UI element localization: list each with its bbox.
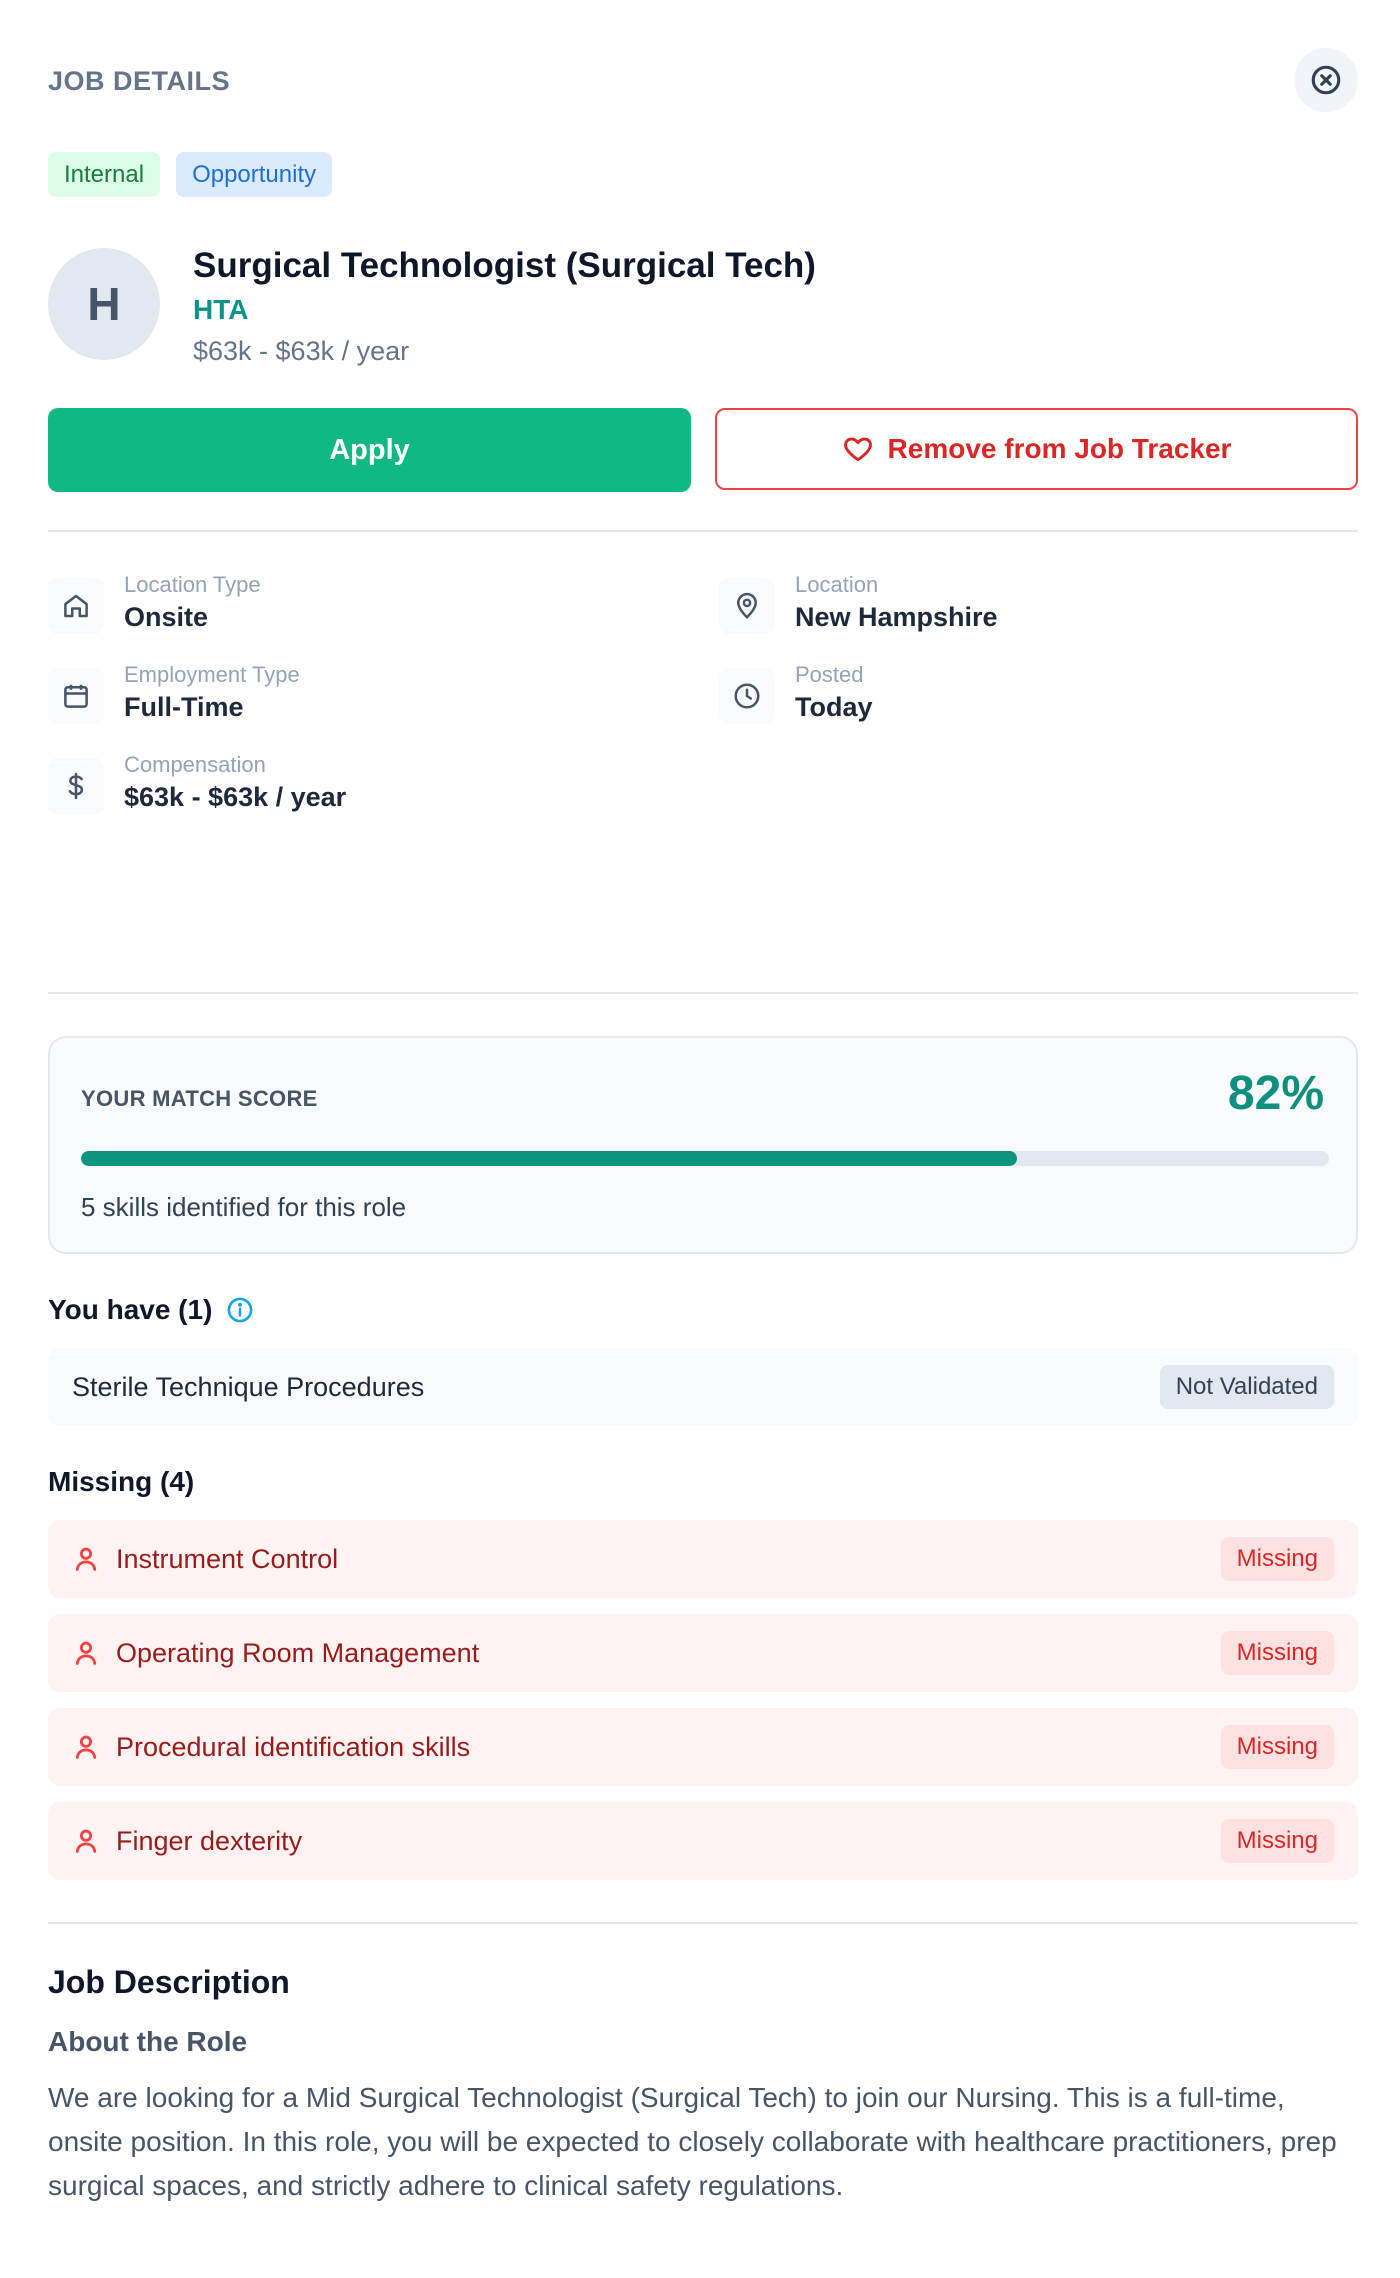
panel-header: JOB DETAILS: [48, 48, 1358, 114]
match-score-label: YOUR MATCH SCORE: [81, 1086, 318, 1111]
apply-button[interactable]: Apply: [48, 408, 691, 492]
status-badge: Missing: [1220, 1819, 1334, 1863]
skill-name: Instrument Control: [116, 1544, 339, 1574]
user-icon: [75, 1829, 97, 1853]
divider: [48, 530, 1358, 532]
detail-value: Onsite: [124, 602, 209, 632]
job-summary: H Surgical Technologist (Surgical Tech) …: [48, 246, 1358, 376]
skill-name: Finger dexterity: [116, 1826, 303, 1856]
detail-value: Full-Time: [124, 692, 244, 722]
detail-location: Location New Hampshire: [719, 570, 1319, 640]
detail-label: Location Type: [124, 572, 261, 597]
status-badge: Missing: [1220, 1537, 1334, 1581]
detail-label: Location: [795, 572, 879, 597]
skill-missing-row: Finger dexterity Missing: [48, 1802, 1358, 1880]
job-description-title: Job Description: [48, 1964, 290, 2000]
about-role-heading: About the Role: [48, 2026, 248, 2057]
match-progress-fill: [81, 1151, 1017, 1166]
tag-opportunity: Opportunity: [176, 152, 333, 197]
status-badge: Not Validated: [1159, 1365, 1334, 1409]
tag-internal: Internal: [48, 152, 161, 197]
skill-missing-row: Procedural identification skills Missing: [48, 1708, 1358, 1786]
clock-icon: [719, 668, 775, 724]
user-icon: [75, 1735, 97, 1759]
skill-have-row: Sterile Technique Procedures Not Validat…: [48, 1348, 1358, 1426]
close-circle-icon: [1311, 65, 1341, 95]
match-score-card: YOUR MATCH SCORE 82% 5 skills identified…: [48, 1036, 1358, 1254]
map-pin-icon: [719, 578, 775, 634]
skill-name: Procedural identification skills: [116, 1732, 471, 1762]
company-avatar: H: [48, 248, 160, 360]
detail-value: Today: [795, 692, 873, 722]
calendar-icon: [48, 668, 104, 724]
skill-name: Operating Room Management: [116, 1638, 480, 1668]
job-title: Surgical Technologist (Surgical Tech): [193, 246, 816, 285]
dollar-icon: [48, 758, 104, 814]
detail-employment-type: Employment Type Full-Time: [48, 660, 648, 730]
remove-from-tracker-button[interactable]: Remove from Job Tracker: [715, 408, 1358, 490]
heart-icon: [843, 437, 872, 462]
status-badge: Missing: [1220, 1725, 1334, 1769]
company-name[interactable]: HTA: [193, 294, 248, 326]
remove-button-label: Remove from Job Tracker: [887, 433, 1232, 464]
detail-posted: Posted Today: [719, 660, 1319, 730]
detail-value: New Hampshire: [795, 602, 998, 632]
match-progress-bar: [81, 1151, 1329, 1166]
missing-title: Missing (4): [48, 1466, 195, 1497]
detail-label: Posted: [795, 662, 864, 687]
close-button[interactable]: [1294, 48, 1358, 112]
you-have-heading: You have (1): [48, 1294, 254, 1326]
job-description-text: We are looking for a Mid Surgical Techno…: [48, 2082, 1337, 2201]
detail-value: $63k - $63k / year: [124, 782, 347, 812]
skill-name: Sterile Technique Procedures: [72, 1372, 425, 1402]
divider: [48, 1922, 1358, 1924]
panel-title: JOB DETAILS: [48, 66, 231, 96]
user-icon: [75, 1547, 97, 1571]
divider: [48, 992, 1358, 994]
skill-missing-row: Operating Room Management Missing: [48, 1614, 1358, 1692]
job-tags: Internal Opportunity: [48, 152, 333, 197]
you-have-title: You have (1): [48, 1294, 213, 1325]
detail-label: Compensation: [124, 752, 266, 777]
info-icon[interactable]: [226, 1296, 254, 1324]
skill-missing-row: Instrument Control Missing: [48, 1520, 1358, 1598]
salary-range: $63k - $63k / year: [193, 336, 410, 366]
detail-location-type: Location Type Onsite: [48, 570, 648, 640]
user-icon: [75, 1641, 97, 1665]
home-icon: [48, 578, 104, 634]
detail-label: Employment Type: [124, 662, 300, 687]
status-badge: Missing: [1220, 1631, 1334, 1675]
match-score-value: 82%: [1227, 1067, 1324, 1120]
job-actions: Apply Remove from Job Tracker: [48, 408, 1358, 492]
match-subtitle: 5 skills identified for this role: [81, 1192, 407, 1222]
missing-heading: Missing (4): [48, 1466, 194, 1498]
detail-compensation: Compensation $63k - $63k / year: [48, 750, 648, 820]
